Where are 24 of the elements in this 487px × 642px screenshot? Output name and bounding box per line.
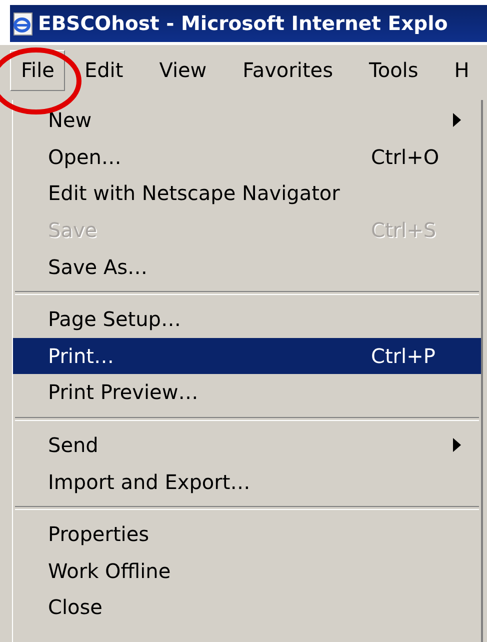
window-title: EBSCOhost - Microsoft Internet Explo xyxy=(38,12,448,35)
shortcut-text: Ctrl+O xyxy=(371,144,440,169)
menu-bar-item[interactable]: Edit xyxy=(73,50,134,91)
menu-item[interactable]: Open… Ctrl+O xyxy=(13,138,481,176)
menu-item[interactable]: Save As… xyxy=(13,248,481,285)
menu-item[interactable]: Import and Export… xyxy=(13,463,481,500)
shortcut-text: Ctrl+P xyxy=(371,344,436,368)
menu-item[interactable]: Print Preview… xyxy=(13,374,481,411)
menu-item[interactable]: Print… Ctrl+P xyxy=(13,338,481,374)
submenu-arrow-icon xyxy=(453,113,461,128)
menu-bar-item[interactable]: Favorites xyxy=(232,50,344,91)
menu-item[interactable]: Properties xyxy=(13,516,481,553)
menu-item[interactable]: Page Setup… xyxy=(13,300,481,338)
menu-item[interactable]: Send xyxy=(13,426,481,464)
menu-item[interactable]: Work Offline xyxy=(13,552,481,590)
menu-bar-item[interactable]: H xyxy=(443,50,480,91)
menu-bar-item[interactable]: File xyxy=(10,50,66,91)
submenu-arrow-icon xyxy=(453,438,461,452)
menu-bar-item[interactable]: Tools xyxy=(358,50,430,91)
menu-item[interactable]: Edit with Netscape Navigator xyxy=(13,175,481,212)
menu-item[interactable]: Close xyxy=(13,589,481,626)
browser-icon xyxy=(12,12,34,36)
menu-item[interactable]: New xyxy=(13,102,481,139)
menu-bar-item[interactable]: View xyxy=(148,50,218,91)
